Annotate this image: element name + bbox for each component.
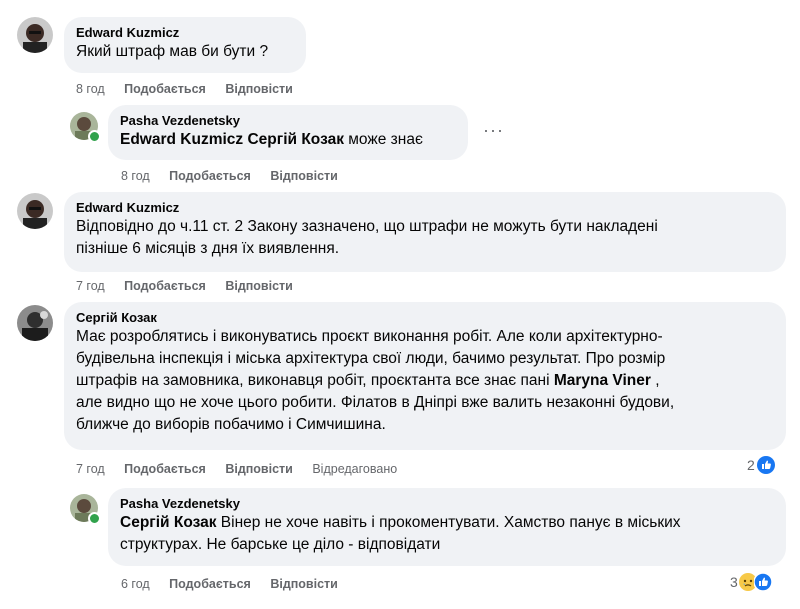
comment-text-line: Має розроблятись і виконуватись проєкт в… xyxy=(76,328,663,345)
comment-text-rest: може знає xyxy=(343,131,423,148)
comment-text-line: але видно що не хоче цього робити. Філат… xyxy=(76,394,675,411)
reaction-count: 3 xyxy=(730,574,738,590)
comment-time[interactable]: 8 год xyxy=(121,169,150,183)
comment-bubble: Edward Kuzmicz Відповідно до ч.11 ст. 2 … xyxy=(64,192,786,272)
comment-time[interactable]: 7 год xyxy=(76,279,105,293)
comment-actions: 8 год Подобається Відповісти xyxy=(76,82,309,96)
comment-actions: 7 год Подобається Відповісти xyxy=(76,279,309,293)
mention-link[interactable]: Maryna Viner xyxy=(554,372,651,389)
more-options-icon[interactable]: ··· xyxy=(483,120,504,141)
comment-author[interactable]: Edward Kuzmicz xyxy=(76,25,294,41)
comment-bubble: Edward Kuzmicz Який штраф мав би бути ? xyxy=(64,17,306,73)
like-button[interactable]: Подобається xyxy=(169,169,251,183)
avatar[interactable] xyxy=(17,193,53,229)
comment-bubble: Сергій Козак Має розроблятись і виконува… xyxy=(64,302,786,450)
reply-button[interactable]: Відповісти xyxy=(225,279,293,293)
comment-author[interactable]: Pasha Vezdenetsky xyxy=(120,113,456,129)
edited-label[interactable]: Відредаговано xyxy=(312,462,397,476)
avatar[interactable] xyxy=(17,305,53,341)
comment-actions: 6 год Подобається Відповісти xyxy=(121,577,354,591)
like-icon xyxy=(753,573,772,591)
comment-time[interactable]: 7 год xyxy=(76,462,105,476)
reaction-summary[interactable]: 2 xyxy=(747,456,775,474)
comment-text-line: штрафів на замовника, виконавця робіт, п… xyxy=(76,370,774,392)
comment-text-line: Відповідно до ч.11 ст. 2 Закону зазначен… xyxy=(76,218,658,235)
comment-author[interactable]: Сергій Козак xyxy=(76,310,774,326)
comment-text: Який штраф мав би бути ? xyxy=(76,43,269,60)
avatar[interactable] xyxy=(17,17,53,53)
comment-text-line: ближче до виборів побачимо і Симчишина. xyxy=(76,416,386,433)
comment-text: Edward Kuzmicz Сергій Козак може знає xyxy=(120,129,456,151)
like-button[interactable]: Подобається xyxy=(169,577,251,591)
reply-button[interactable]: Відповісти xyxy=(225,462,293,476)
comment-text-line: будівельна інспекція і міська архітектур… xyxy=(76,350,666,367)
comment-text-line: Сергій Козак Вінер не хоче навіть і прок… xyxy=(120,512,774,534)
comment-bubble: Pasha Vezdenetsky Сергій Козак Вінер не … xyxy=(108,488,786,566)
online-status-dot xyxy=(88,512,101,525)
comment-text-part: , xyxy=(650,372,660,389)
reply-button[interactable]: Відповісти xyxy=(270,169,338,183)
comment-author[interactable]: Pasha Vezdenetsky xyxy=(120,496,774,512)
comment-author[interactable]: Edward Kuzmicz xyxy=(76,200,774,216)
comment-actions: 8 год Подобається Відповісти xyxy=(121,169,354,183)
reaction-summary[interactable]: 3 xyxy=(730,573,772,591)
comment-text-part: штрафів на замовника, виконавця робіт, п… xyxy=(76,372,554,389)
reaction-count: 2 xyxy=(747,457,755,473)
like-button[interactable]: Подобається xyxy=(124,462,206,476)
reply-button[interactable]: Відповісти xyxy=(270,577,338,591)
comment-bubble: Pasha Vezdenetsky Edward Kuzmicz Сергій … xyxy=(108,105,468,160)
like-icon xyxy=(756,456,775,474)
comment-text-part: Вінер не хоче навіть і прокоментувати. Х… xyxy=(216,514,681,531)
online-status-dot xyxy=(88,130,101,143)
mention-link[interactable]: Edward Kuzmicz Сергій Козак xyxy=(120,131,344,148)
comment-text-line: структурах. Не барське це діло - відпові… xyxy=(120,536,441,553)
comment-time[interactable]: 8 год xyxy=(76,82,105,96)
reply-button[interactable]: Відповісти xyxy=(225,82,293,96)
like-button[interactable]: Подобається xyxy=(124,279,206,293)
comment-time[interactable]: 6 год xyxy=(121,577,150,591)
like-button[interactable]: Подобається xyxy=(124,82,206,96)
mention-link[interactable]: Сергій Козак xyxy=(120,514,216,531)
comment-actions: 7 год Подобається Відповісти Відредагова… xyxy=(76,462,413,476)
comment-text-line: пізніше 6 місяців з дня їх виявлення. xyxy=(76,240,340,257)
